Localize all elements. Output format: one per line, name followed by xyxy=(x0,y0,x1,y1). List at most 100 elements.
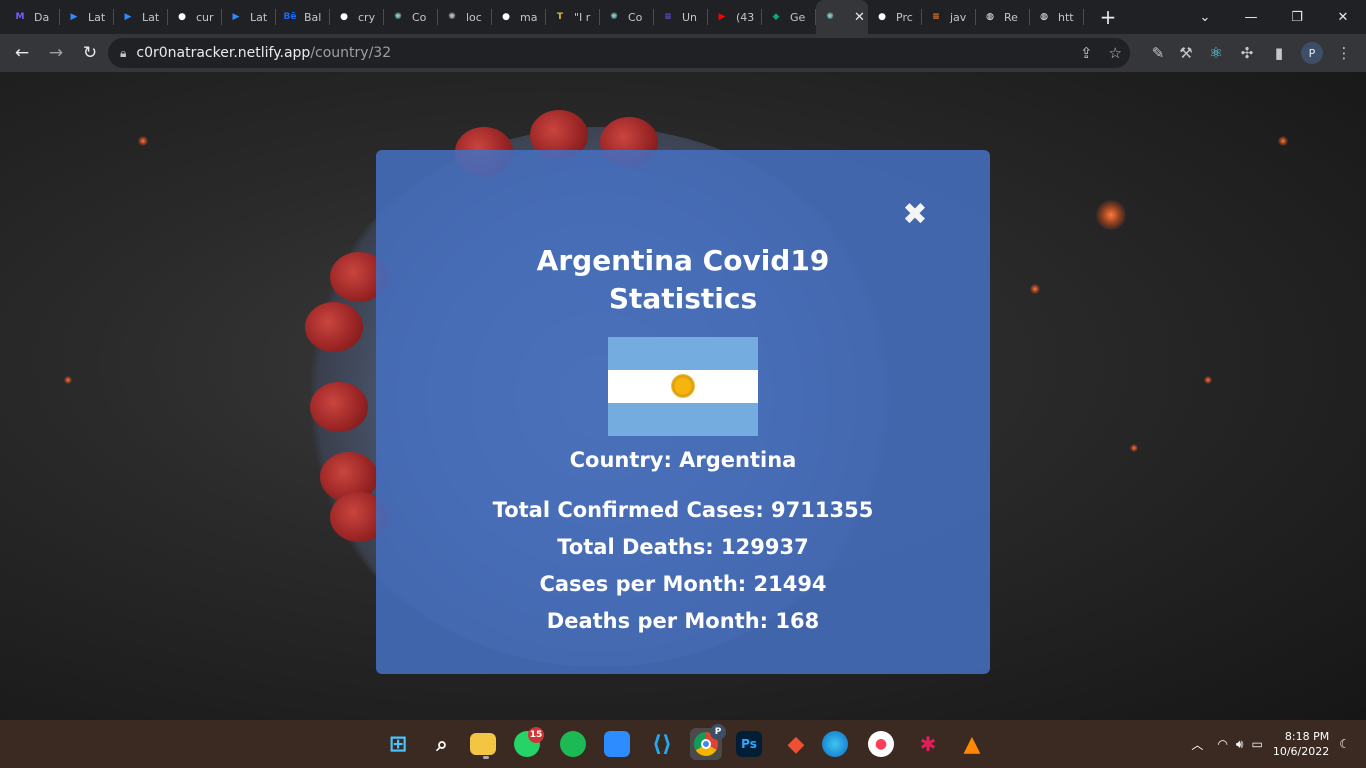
t-logo-icon: T xyxy=(556,12,564,22)
virus-icon: ✺ xyxy=(826,12,834,22)
list-icon: ≡ xyxy=(664,12,672,22)
night-mode-moon-icon[interactable]: ☾ xyxy=(1339,737,1350,751)
tab-label: Co xyxy=(412,10,427,24)
deaths-per-month: Deaths per Month: 168 xyxy=(546,609,820,633)
browser-tab[interactable]: T "I r xyxy=(546,0,600,34)
restore-button[interactable]: ❐ xyxy=(1274,0,1320,34)
globe-icon: ◍ xyxy=(1040,12,1048,22)
virus-icon: ✺ xyxy=(448,12,456,22)
browser-tab[interactable]: ● ma xyxy=(492,0,546,34)
chrome-logo-center xyxy=(701,739,711,749)
menu-kebab-icon[interactable]: ⋮ xyxy=(1330,38,1358,68)
browser-toolbar: ← → ↻ 🔒︎ c0r0natracker.netlify.app/count… xyxy=(0,34,1366,72)
url-host: c0r0natracker.netlify.app xyxy=(136,45,311,61)
browser-tab[interactable]: ✺ loc xyxy=(438,0,492,34)
zoom-icon: ▶ xyxy=(70,12,78,22)
file-explorer-icon[interactable] xyxy=(470,733,496,759)
country-label: Country: Argentina xyxy=(569,448,797,472)
tinder-icon[interactable]: ● xyxy=(868,731,894,757)
battery-icon[interactable]: ▭ xyxy=(1251,737,1262,751)
clock-date: 10/6/2022 xyxy=(1272,745,1330,758)
forward-button[interactable]: → xyxy=(40,37,72,69)
tab-label: loc xyxy=(466,10,482,24)
browser-tab[interactable]: ▶ Lat xyxy=(222,0,276,34)
total-confirmed-cases: Total Confirmed Cases: 9711355 xyxy=(492,498,874,522)
git-icon[interactable]: ◆ xyxy=(780,728,812,760)
browser-tab[interactable]: ≡ Un xyxy=(654,0,708,34)
close-window-button[interactable]: ✕ xyxy=(1320,0,1366,34)
whatsapp-icon[interactable]: 15 xyxy=(514,727,544,757)
clock[interactable]: 8:18 PM 10/6/2022 xyxy=(1273,729,1329,759)
github-icon: ● xyxy=(502,12,510,22)
browser-tab[interactable]: ▶ Lat xyxy=(60,0,114,34)
particle-glow xyxy=(138,136,148,146)
search-icon[interactable]: ⌕ xyxy=(426,728,458,760)
tab-label: htt xyxy=(1058,10,1074,24)
vlc-icon[interactable]: ▲ xyxy=(956,728,988,760)
argentina-flag-image xyxy=(608,337,758,436)
react-devtools-icon[interactable]: ⚛ xyxy=(1202,38,1230,68)
address-bar[interactable]: 🔒︎ c0r0natracker.netlify.app/country/32 … xyxy=(108,38,1130,68)
slack-icon[interactable]: ✱ xyxy=(912,728,944,760)
tab-label: Da xyxy=(34,10,50,24)
browser-tab[interactable]: ≡ jav xyxy=(922,0,976,34)
reload-button[interactable]: ↻ xyxy=(74,37,106,69)
browser-tab[interactable]: M Da xyxy=(6,0,60,34)
side-panel-icon[interactable]: ▮ xyxy=(1265,38,1293,68)
stackoverflow-icon: ≡ xyxy=(932,12,940,22)
tab-label: Lat xyxy=(250,10,268,24)
particle-glow xyxy=(64,376,72,384)
bookmark-star-icon[interactable]: ☆ xyxy=(1109,44,1122,62)
behance-icon: Bē xyxy=(283,12,297,22)
flag-stripe-bottom xyxy=(608,403,758,436)
start-windows-icon[interactable]: ⊞ xyxy=(382,728,414,760)
tab-label: Lat xyxy=(88,10,106,24)
tools-extension-icon[interactable]: ⚒ xyxy=(1172,38,1200,68)
profile-button[interactable]: P xyxy=(1298,38,1326,68)
back-button[interactable]: ← xyxy=(6,37,38,69)
vscode-icon[interactable]: ⟨⟩ xyxy=(646,728,678,760)
wifi-icon[interactable]: ◠ xyxy=(1217,737,1227,751)
pen-extension-icon[interactable]: ✎ xyxy=(1144,38,1172,68)
browser-tab[interactable]: ● cry xyxy=(330,0,384,34)
windows-taskbar: ⊞ ⌕ 15 ⟨⟩ P Ps ◆ ● ✱ ▲ ︿ ◠ 🔊︎ ▭ 8:18 PM … xyxy=(0,720,1366,768)
minimize-button[interactable]: — xyxy=(1228,0,1274,34)
zoom-icon[interactable] xyxy=(604,731,630,757)
chrome-icon[interactable]: P xyxy=(690,724,726,760)
browser-tab[interactable]: ● Prc xyxy=(868,0,922,34)
globe-icon: ◍ xyxy=(986,12,994,22)
browser-tab[interactable]: ▶ Lat xyxy=(114,0,168,34)
tab-search-icon[interactable]: ⌄ xyxy=(1182,0,1228,34)
youtube-icon: ▶ xyxy=(718,12,726,22)
tab-label: Prc xyxy=(896,10,913,24)
volume-icon[interactable]: 🔊︎ xyxy=(1236,737,1244,752)
browser-tab[interactable]: ✺ ✕ xyxy=(816,0,868,34)
browser-tab[interactable]: ● cur xyxy=(168,0,222,34)
chevron-up-icon[interactable]: ︿ xyxy=(1191,736,1203,753)
extensions-puzzle-icon[interactable]: ✣ xyxy=(1233,38,1261,68)
cases-per-month: Cases per Month: 21494 xyxy=(539,572,827,596)
title-line-1: Argentina Covid19 xyxy=(536,244,830,277)
tab-label: Un xyxy=(682,10,698,24)
arrow-right-icon: → xyxy=(48,43,64,63)
browser-tab[interactable]: ✺ Co xyxy=(384,0,438,34)
spotify-icon[interactable] xyxy=(560,731,586,757)
browser-tab[interactable]: ✺ Co xyxy=(600,0,654,34)
tab-label: Ge xyxy=(790,10,806,24)
browser-tab[interactable]: ◍ htt xyxy=(1030,0,1084,34)
zoom-icon: ▶ xyxy=(124,12,132,22)
tab-label: cry xyxy=(358,10,376,24)
browser-tab[interactable]: ◍ Re xyxy=(976,0,1030,34)
browser-tab[interactable]: Bē Bal xyxy=(276,0,330,34)
close-tab-icon[interactable]: ✕ xyxy=(854,10,865,25)
new-tab-button[interactable]: + xyxy=(1094,5,1122,29)
share-icon[interactable]: ⇪ xyxy=(1080,44,1093,62)
browser-tab[interactable]: ▶ (43 xyxy=(708,0,762,34)
browser-tab[interactable]: ◆ Ge xyxy=(762,0,816,34)
edge-icon[interactable] xyxy=(822,731,848,757)
particle-glow xyxy=(1096,200,1126,230)
photoshop-icon[interactable]: Ps xyxy=(736,731,762,757)
tab-label: Co xyxy=(628,10,643,24)
github-icon: ● xyxy=(340,12,348,22)
close-icon[interactable]: ✖ xyxy=(900,200,930,230)
